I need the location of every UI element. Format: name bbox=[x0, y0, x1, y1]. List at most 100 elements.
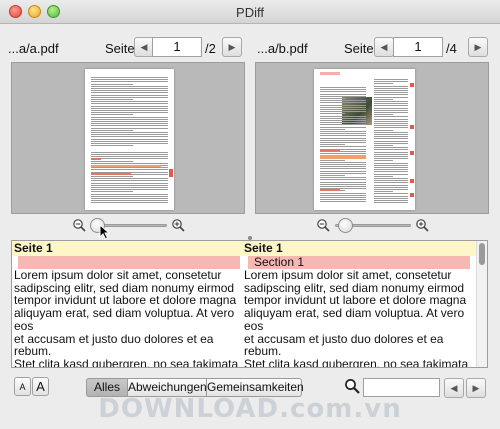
page-text-line bbox=[320, 115, 366, 117]
right-pdf-preview[interactable] bbox=[255, 62, 489, 214]
right-diff-text: Lorem ipsum dolor sit amet, consetetur sa… bbox=[242, 268, 472, 367]
page-text-line bbox=[374, 94, 408, 96]
page-text-line bbox=[320, 166, 366, 168]
left-zoom-control bbox=[72, 218, 185, 234]
page-text-line bbox=[374, 105, 408, 107]
page-text-line bbox=[91, 140, 168, 142]
right-pdf-page-thumbnail bbox=[314, 69, 415, 210]
page-text-line bbox=[374, 162, 408, 164]
page-text-line bbox=[374, 96, 408, 98]
zoom-in-icon[interactable] bbox=[415, 218, 429, 232]
page-text-line bbox=[91, 107, 168, 109]
page-text-line bbox=[91, 187, 168, 188]
diff-marker bbox=[410, 151, 414, 155]
font-larger-label: A bbox=[36, 379, 45, 394]
diff-text-line: Lorem ipsum dolor sit amet, consetetur bbox=[14, 268, 222, 282]
page-text-line bbox=[320, 179, 366, 181]
zoom-in-icon[interactable] bbox=[171, 218, 185, 232]
page-text-line bbox=[91, 193, 168, 195]
page-text-line bbox=[91, 156, 168, 158]
page-text-line bbox=[374, 138, 408, 140]
page-text-line bbox=[374, 134, 408, 135]
page-text-line bbox=[91, 167, 168, 169]
page-text-line bbox=[320, 164, 366, 165]
page-text-line bbox=[374, 131, 408, 133]
page-text-line bbox=[91, 138, 168, 140]
right-prev-page-button[interactable]: ◀ bbox=[374, 37, 394, 57]
left-page-total: /2 bbox=[205, 41, 216, 56]
zoom-out-icon[interactable] bbox=[72, 218, 86, 232]
page-text-line bbox=[374, 79, 408, 80]
page-text-line bbox=[320, 170, 366, 172]
page-text-line bbox=[374, 83, 393, 85]
diff-highlight bbox=[91, 165, 161, 167]
page-text-line bbox=[91, 114, 134, 116]
page-text-line bbox=[374, 182, 408, 184]
page-text-line bbox=[374, 149, 408, 151]
zoom-out-icon[interactable] bbox=[316, 218, 330, 232]
page-text-line bbox=[320, 128, 346, 130]
page-text-line bbox=[320, 175, 346, 176]
page-text-line bbox=[91, 202, 168, 204]
page-text-line bbox=[374, 186, 408, 188]
page-text-line bbox=[91, 189, 168, 191]
left-diff-column: Seite 1 Lorem ipsum dolor sit amet, cons… bbox=[12, 241, 242, 367]
page-text-line bbox=[374, 191, 393, 193]
page-text-line bbox=[91, 85, 168, 87]
right-page-input[interactable]: 1 bbox=[393, 37, 443, 57]
page-text-line bbox=[374, 142, 408, 144]
page-text-line bbox=[374, 184, 408, 186]
left-filename: ...a/a.pdf bbox=[8, 41, 59, 56]
diff-marker bbox=[410, 179, 414, 183]
page-text-line bbox=[91, 83, 134, 85]
page-text-line bbox=[91, 81, 168, 83]
left-prev-page-button[interactable]: ◀ bbox=[134, 37, 154, 57]
page-text-line bbox=[374, 120, 408, 122]
pdiff-window: PDiff ...a/a.pdf Seite ◀ 1 /2 ▶ ...a/b.p… bbox=[0, 0, 500, 429]
page-text-line bbox=[320, 126, 366, 128]
page-text-line bbox=[91, 132, 168, 133]
page-text-line bbox=[374, 153, 408, 155]
right-zoom-slider[interactable] bbox=[335, 218, 411, 233]
page-text-line bbox=[91, 118, 168, 120]
diff-text-line: aliquyam erat, sed diam voluptua. At ver… bbox=[244, 306, 465, 333]
download-watermark: DOWNLOAD.com.vn bbox=[98, 394, 402, 424]
right-zoom-slider-thumb[interactable] bbox=[338, 218, 353, 233]
page-text-line bbox=[374, 202, 408, 204]
page-text-line bbox=[320, 131, 366, 132]
page-text-line bbox=[320, 117, 366, 119]
left-page-input[interactable]: 1 bbox=[152, 37, 202, 57]
diff-scrollbar[interactable] bbox=[476, 241, 487, 367]
title-bar: PDiff bbox=[0, 0, 500, 24]
right-page-label: Seite bbox=[344, 41, 374, 56]
left-next-page-button[interactable]: ▶ bbox=[222, 37, 242, 57]
diff-text-line: Lorem ipsum dolor sit amet, consetetur bbox=[244, 268, 452, 282]
page-text-line bbox=[91, 154, 168, 155]
right-next-page-button[interactable]: ▶ bbox=[468, 37, 488, 57]
page-text-line bbox=[320, 133, 366, 135]
page-text-line bbox=[374, 140, 408, 142]
page-text-line bbox=[320, 87, 366, 88]
page-text-line bbox=[320, 98, 346, 99]
diff-highlight bbox=[91, 173, 131, 175]
page-text-line bbox=[91, 121, 168, 122]
left-pdf-preview[interactable] bbox=[11, 62, 245, 214]
page-text-line bbox=[320, 197, 366, 198]
page-text-line bbox=[374, 175, 393, 177]
page-text-line bbox=[374, 200, 408, 201]
right-diff-column: Seite 1 Section 1 Lorem ipsum dolor sit … bbox=[242, 241, 472, 367]
page-text-line bbox=[374, 136, 408, 138]
page-text-line bbox=[91, 77, 168, 78]
page-text-line bbox=[91, 143, 168, 144]
diff-text-line: et accusam et justo duo dolores et ea re… bbox=[244, 331, 444, 359]
page-text-line bbox=[91, 79, 168, 81]
page-text-line bbox=[374, 164, 408, 166]
page-text-line bbox=[91, 127, 168, 129]
page-text-line bbox=[320, 120, 366, 121]
page-text-line bbox=[91, 151, 168, 153]
right-diff-page-title: Seite 1 bbox=[244, 241, 283, 255]
diff-text-panel[interactable]: Seite 1 Lorem ipsum dolor sit amet, cons… bbox=[11, 240, 488, 368]
left-pdf-page-thumbnail bbox=[85, 69, 174, 210]
diff-scrollbar-thumb[interactable] bbox=[479, 243, 485, 265]
page-text-line bbox=[91, 103, 168, 105]
